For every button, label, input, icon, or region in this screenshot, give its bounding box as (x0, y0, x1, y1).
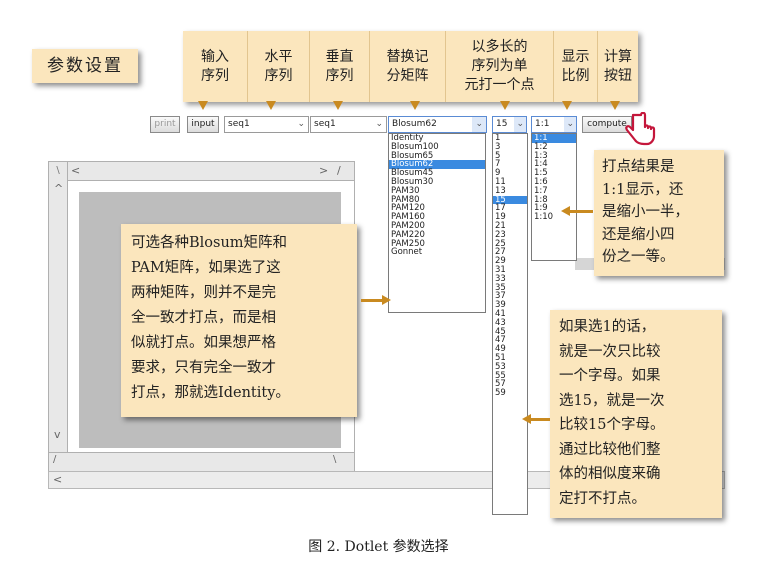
arrow-down-icon (333, 101, 343, 110)
window-note: 如果选1的话， 就是一次只比较 一个字母。如果 选15，就是一次 比较15个字母… (550, 310, 722, 518)
header-vertical-seq: 垂直 序列 (309, 31, 369, 102)
input-button[interactable]: input (187, 116, 219, 133)
matrix-note: 可选各种Blosum矩阵和 PAM矩阵，如果选了这 两种矩阵，则并不是完 全一致… (121, 224, 357, 417)
arrow-down-icon (410, 101, 420, 110)
window-options-list[interactable]: 1 3 5 7 9 11 13 15 17 19 21 23 25 27 29 31 33 35 37 39 41 43 4… (492, 133, 528, 515)
arrow-right-icon (361, 295, 391, 305)
chevron-down-icon: ⌄ (375, 119, 383, 129)
chevron-down-icon: ⌄ (514, 117, 526, 132)
dotplot-top-bar (49, 162, 354, 181)
header-horizontal-seq: 水平 序列 (247, 31, 309, 102)
header-input-seq: 输入 序列 (201, 48, 229, 84)
scroll-right-icon[interactable]: > (319, 164, 328, 177)
window-value: 15 (496, 119, 508, 129)
title-label: 参数设置 (32, 49, 138, 83)
dotplot-bottom-bar (49, 452, 354, 471)
chevron-down-icon: ⌄ (564, 117, 576, 132)
matrix-options-list[interactable]: Identity Blosum100 Blosum65 Blosum62 Blosum4… (388, 133, 486, 313)
arrow-down-icon (562, 101, 572, 110)
arrow-down-icon (198, 101, 208, 110)
horizontal-seq-select[interactable]: seq1 ⌄ (224, 116, 309, 133)
horizontal-seq-value: seq1 (228, 119, 250, 129)
scale-select[interactable]: 1:1 ⌄ (531, 116, 577, 133)
print-button[interactable]: print (150, 116, 180, 133)
vertical-seq-select[interactable]: seq1 ⌄ (310, 116, 387, 133)
scale-options-list[interactable]: 1:1 1:2 1:3 1:4 1:5 1:6 1:7 1:8 1:9 1:10 (531, 133, 577, 261)
scale-note: 打点结果是 1:1显示，还 是缩小一半， 还是缩小四 份之一等。 (594, 150, 724, 276)
window-option[interactable]: 59 (493, 389, 527, 398)
corner-backslash: \ (333, 454, 337, 465)
header-matrix: 替换记 分矩阵 (369, 31, 445, 102)
dotplot-corner: \ (49, 162, 68, 180)
scroll-left-icon[interactable]: < (71, 164, 80, 177)
arrow-left-icon (561, 206, 593, 216)
arrow-left-icon (522, 414, 550, 424)
arrow-down-icon (266, 101, 276, 110)
scroll-left-icon[interactable]: < (53, 473, 62, 486)
dotplot-left-bar (49, 180, 68, 458)
vertical-seq-value: seq1 (314, 119, 336, 129)
hand-cursor-icon (625, 112, 656, 146)
arrow-down-icon (610, 101, 620, 110)
window-select[interactable]: 15 ⌄ (492, 116, 527, 133)
header-scale: 显示 比例 (553, 31, 597, 102)
corner-slash: / (53, 454, 57, 465)
scroll-down-icon[interactable]: v (54, 428, 61, 441)
scroll-up-icon[interactable]: ^ (54, 182, 63, 195)
chevron-down-icon: ⌄ (297, 119, 305, 129)
header-compute: 计算 按钮 (597, 31, 638, 102)
scale-value: 1:1 (535, 119, 550, 129)
arrow-down-icon (500, 101, 510, 110)
matrix-select[interactable]: Blosum62 ⌄ (388, 116, 487, 133)
matrix-option[interactable]: Gonnet (389, 248, 485, 257)
divider-slash: / (337, 164, 341, 177)
header-labels-bar: 输入 序列 水平 序列 垂直 序列 替换记 分矩阵 以多长的 序列为单 元打一个… (183, 31, 638, 102)
figure-caption: 图 2. Dotlet 参数选择 (308, 539, 449, 555)
matrix-value: Blosum62 (392, 119, 437, 129)
header-window: 以多长的 序列为单 元打一个点 (445, 31, 553, 102)
chevron-down-icon: ⌄ (472, 117, 486, 132)
